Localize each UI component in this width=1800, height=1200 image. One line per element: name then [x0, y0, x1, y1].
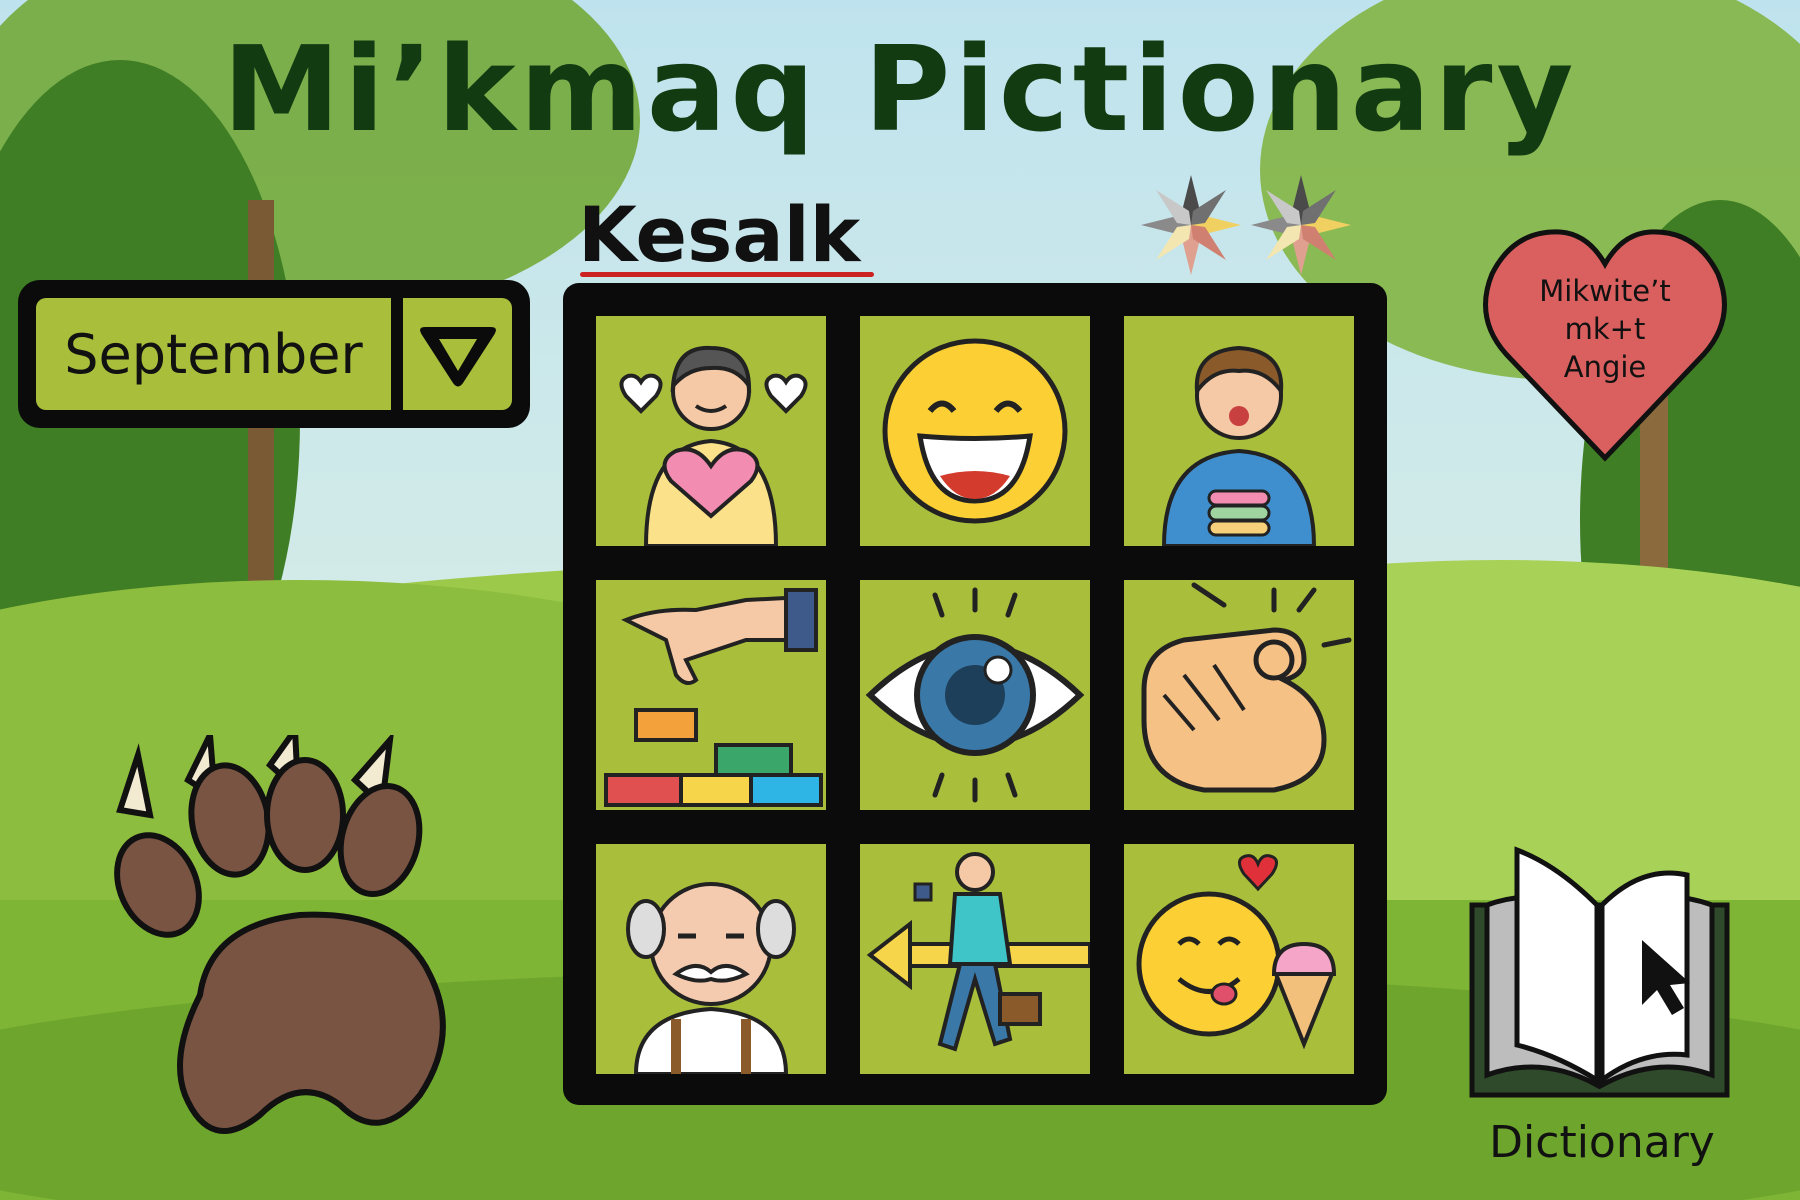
star-decoration	[1136, 170, 1356, 280]
yummy-face-ice-cream-icon	[1136, 854, 1337, 1050]
bear-paw-icon	[114, 721, 446, 1134]
picture-card-8[interactable]	[860, 844, 1090, 1074]
pointing-finger-icon	[1141, 582, 1352, 793]
picture-card-4[interactable]	[596, 580, 826, 810]
paw-print	[100, 721, 540, 1175]
month-selector-value[interactable]: September	[36, 298, 391, 410]
person-hugging-heart-icon	[619, 345, 808, 546]
picture-card-2[interactable]	[860, 316, 1090, 546]
picture-board	[563, 283, 1387, 1105]
word-underline	[580, 272, 874, 277]
credit-heart: Mikwite’t mk+t Angie	[1478, 222, 1732, 466]
dictionary-button[interactable]: Dictionary	[1462, 845, 1742, 1175]
eight-point-star-icon	[1141, 175, 1241, 275]
triangle-down-icon	[419, 327, 496, 387]
picture-card-3[interactable]	[1124, 316, 1354, 546]
picture-card-6[interactable]	[1124, 580, 1354, 810]
picture-card-1[interactable]	[596, 316, 826, 546]
credit-line-1: Mikwite’t	[1539, 274, 1671, 308]
month-dropdown-button[interactable]	[403, 298, 512, 410]
target-word: Kesalk	[578, 190, 861, 279]
woman-walking-back-icon	[866, 852, 1090, 1052]
picture-card-9[interactable]	[1124, 844, 1354, 1074]
eight-point-star-icon	[1251, 175, 1351, 275]
eye-icon	[865, 587, 1085, 803]
picture-card-7[interactable]	[596, 844, 826, 1074]
open-book-icon	[1469, 846, 1730, 1098]
game-title: Mi’kmaq Pictionary	[222, 20, 1578, 158]
grinning-face-icon	[882, 338, 1068, 524]
dictionary-label: Dictionary	[1489, 1117, 1715, 1168]
month-selector[interactable]: September	[18, 280, 530, 428]
old-man-icon	[626, 882, 796, 1074]
credit-line-3: Angie	[1563, 350, 1647, 384]
credit-line-2: mk+t	[1564, 312, 1646, 346]
person-eating-macarons-icon	[1161, 345, 1317, 546]
hand-placing-blocks-icon	[604, 588, 823, 807]
picture-card-5[interactable]	[860, 580, 1090, 810]
